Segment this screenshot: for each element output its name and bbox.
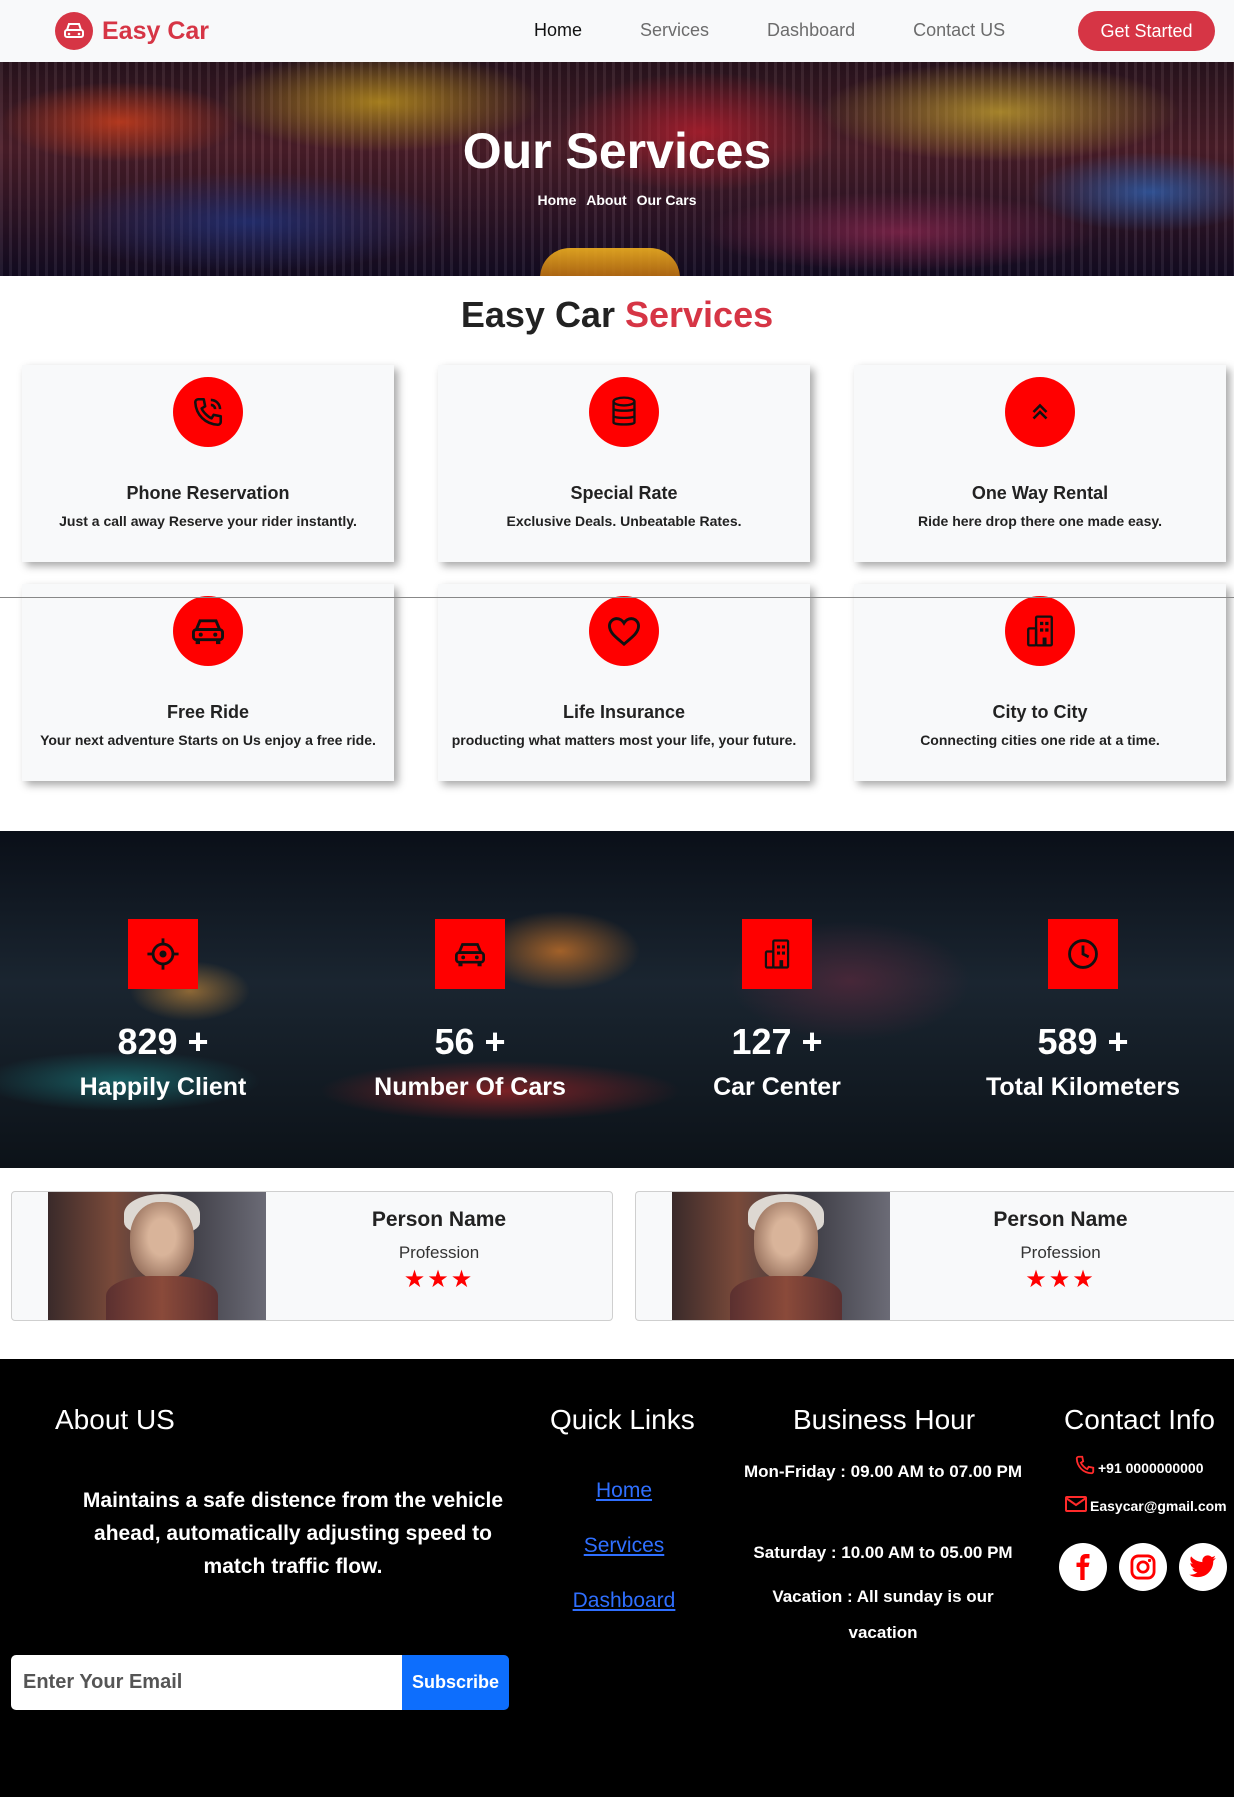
- phone-icon: [173, 377, 243, 447]
- breadcrumb-our-cars[interactable]: Our Cars: [637, 192, 697, 208]
- person-name: Person Name: [993, 1208, 1128, 1231]
- footer-link-services[interactable]: Services: [540, 1534, 708, 1558]
- person-photo: [672, 1192, 890, 1320]
- service-title: City to City: [992, 702, 1088, 722]
- twitter-icon[interactable]: [1179, 1543, 1227, 1591]
- contact-phone[interactable]: +91 0000000000: [1074, 1454, 1204, 1476]
- subscribe-button[interactable]: Subscribe: [402, 1655, 509, 1710]
- service-title: Special Rate: [570, 483, 678, 503]
- email-input[interactable]: [11, 1655, 403, 1710]
- phone-icon: [1075, 1455, 1095, 1475]
- contact-email-text: Easycar@gmail.com: [1090, 1498, 1227, 1514]
- breadcrumb-about[interactable]: About: [586, 192, 626, 208]
- car-icon: [55, 12, 93, 50]
- stats-section: 829 + Happily Client 56 + Number Of Cars…: [0, 831, 1234, 1168]
- hero-banner: Our Services Home About Our Cars: [0, 62, 1234, 276]
- footer: About US Maintains a safe distence from …: [0, 1359, 1234, 1797]
- nav-link-contact[interactable]: Contact US: [913, 20, 1005, 41]
- stat-value: 589 +: [1037, 1021, 1129, 1062]
- clock-icon: [1048, 919, 1118, 989]
- hours-saturday: Saturday : 10.00 AM to 05.00 PM: [753, 1543, 1013, 1562]
- person-profession: Profession: [1020, 1243, 1101, 1262]
- stat-happily-client: 829 + Happily Client: [10, 919, 316, 1102]
- nav-link-dashboard[interactable]: Dashboard: [767, 20, 855, 41]
- testimonial-card: Person Name Profession ★★★: [11, 1191, 613, 1321]
- stat-value: 56 +: [434, 1021, 506, 1062]
- stat-label: Car Center: [713, 1073, 841, 1101]
- stat-label: Number Of Cars: [374, 1073, 566, 1101]
- page-title: Our Services: [462, 123, 772, 179]
- car-icon: [435, 919, 505, 989]
- stat-label: Total Kilometers: [985, 1073, 1181, 1101]
- star-rating: ★★★: [403, 1266, 475, 1293]
- service-desc: Just a call away Reserve your rider inst…: [59, 513, 357, 529]
- photo-face: [130, 1202, 194, 1280]
- stat-number-of-cars: 56 + Number Of Cars: [317, 919, 623, 1102]
- business-hour-heading: Business Hour: [793, 1404, 976, 1435]
- brand-name: Easy Car: [102, 16, 210, 45]
- stat-car-center: 127 + Car Center: [624, 919, 930, 1102]
- person-photo: [48, 1192, 266, 1320]
- hours-vacation: Vacation : All sunday is our vacation: [772, 1587, 994, 1642]
- heart-icon: [589, 596, 659, 666]
- person-profession: Profession: [398, 1243, 480, 1262]
- service-desc: Your next adventure Starts on Us enjoy a…: [40, 732, 376, 748]
- service-title: Phone Reservation: [126, 483, 290, 503]
- service-card-special-rate[interactable]: Special Rate Exclusive Deals. Unbeatable…: [438, 365, 810, 562]
- hours-weekday: Mon-Friday : 09.00 AM to 07.00 PM: [743, 1462, 1023, 1481]
- divider: [0, 597, 1234, 598]
- services-heading-accent: Services: [624, 294, 774, 335]
- breadcrumb: Home About Our Cars: [0, 192, 1234, 208]
- get-started-button[interactable]: Get Started: [1078, 11, 1215, 51]
- contact-heading: Contact Info: [1064, 1404, 1215, 1435]
- contact-phone-text: +91 0000000000: [1098, 1460, 1204, 1476]
- photo-body: [106, 1276, 218, 1320]
- services-heading: Easy Car Services: [0, 294, 1234, 336]
- service-card-free-ride[interactable]: Free Ride Your next adventure Starts on …: [22, 584, 394, 781]
- services-heading-prefix: Easy Car: [460, 294, 615, 335]
- photo-body: [730, 1276, 842, 1320]
- navbar: Easy Car Home Services Dashboard Contact…: [0, 0, 1234, 62]
- service-title: Life Insurance: [562, 702, 686, 722]
- photo-face: [754, 1202, 818, 1280]
- instagram-icon[interactable]: [1119, 1543, 1167, 1591]
- service-desc: Connecting cities one ride at a time.: [920, 732, 1160, 748]
- building-icon: [1005, 596, 1075, 666]
- service-card-life-insurance[interactable]: Life Insurance producting what matters m…: [438, 584, 810, 781]
- about-heading: About US: [55, 1404, 175, 1435]
- mail-icon: [1065, 1496, 1087, 1512]
- person-name: Person Name: [371, 1208, 507, 1231]
- stat-value: 829 +: [117, 1021, 209, 1062]
- stat-total-kilometers: 589 + Total Kilometers: [930, 919, 1234, 1102]
- building-icon: [742, 919, 812, 989]
- car-icon: [173, 596, 243, 666]
- stat-value: 127 +: [731, 1021, 823, 1062]
- service-card-city-to-city[interactable]: City to City Connecting cities one ride …: [854, 584, 1226, 781]
- about-text: Maintains a safe distence from the vehic…: [82, 1489, 504, 1578]
- service-card-one-way-rental[interactable]: One Way Rental Ride here drop there one …: [854, 365, 1226, 562]
- nav-link-services[interactable]: Services: [640, 20, 709, 41]
- footer-link-home[interactable]: Home: [540, 1479, 708, 1503]
- star-rating: ★★★: [1025, 1266, 1096, 1293]
- database-icon: [589, 377, 659, 447]
- brand-logo[interactable]: Easy Car: [55, 12, 209, 50]
- service-title: One Way Rental: [971, 483, 1109, 503]
- service-desc: Exclusive Deals. Unbeatable Rates.: [506, 513, 742, 529]
- service-title: Free Ride: [166, 702, 250, 722]
- service-card-phone-reservation[interactable]: Phone Reservation Just a call away Reser…: [22, 365, 394, 562]
- contact-email[interactable]: Easycar@gmail.com: [1064, 1494, 1227, 1514]
- nav-links: Home Services Dashboard Contact US: [534, 20, 1063, 41]
- facebook-icon[interactable]: [1059, 1543, 1107, 1591]
- footer-link-dashboard[interactable]: Dashboard: [540, 1589, 708, 1613]
- double-chevron-up-icon: [1005, 377, 1075, 447]
- crosshair-icon: [128, 919, 198, 989]
- service-desc: Ride here drop there one made easy.: [917, 513, 1163, 529]
- service-desc: producting what matters most your life, …: [451, 732, 797, 748]
- stat-label: Happily Client: [79, 1073, 247, 1101]
- quick-links-heading: Quick Links: [550, 1404, 695, 1435]
- testimonial-card: Person Name Profession ★★★: [635, 1191, 1234, 1321]
- taxi-image: [540, 248, 680, 276]
- breadcrumb-home[interactable]: Home: [537, 192, 576, 208]
- nav-link-home[interactable]: Home: [534, 20, 582, 41]
